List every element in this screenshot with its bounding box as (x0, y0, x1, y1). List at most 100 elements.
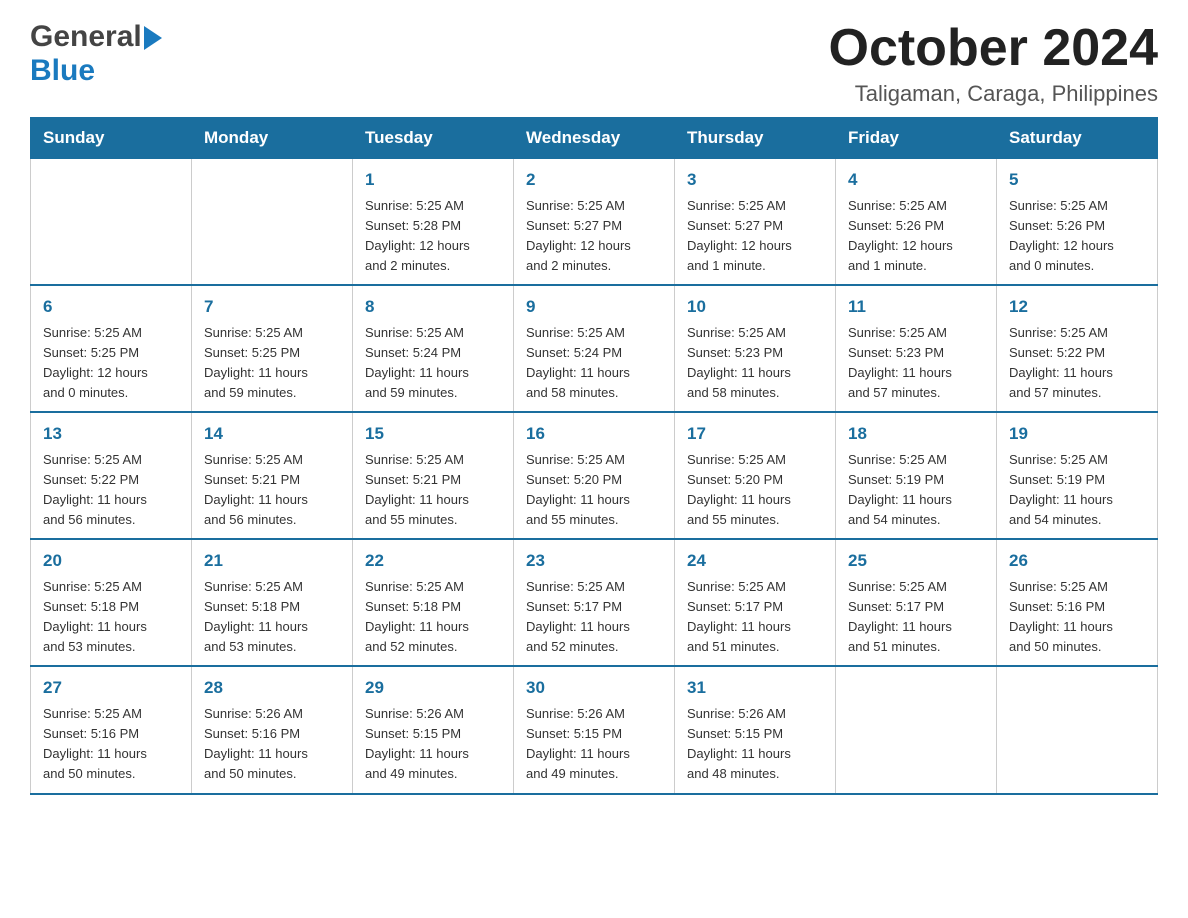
calendar-cell: 15 Sunrise: 5:25 AMSunset: 5:21 PMDayligh… (353, 412, 514, 539)
calendar-cell: 28Sunrise: 5:26 AMSunset: 5:16 PMDayligh… (192, 666, 353, 793)
day-number: 5 (1009, 167, 1145, 193)
calendar-cell: 24 Sunrise: 5:25 AMSunset: 5:17 PMDayligh… (675, 539, 836, 666)
day-number: 24 (687, 548, 823, 574)
day-number: 17 (687, 421, 823, 447)
logo-arrow-icon (144, 26, 162, 50)
day-number: 12 (1009, 294, 1145, 320)
calendar-cell: 13Sunrise: 5:25 AMSunset: 5:22 PMDayligh… (31, 412, 192, 539)
day-number: 27 (43, 675, 179, 701)
day-number: 10 (687, 294, 823, 320)
day-number: 30 (526, 675, 662, 701)
calendar-cell: 3 Sunrise: 5:25 AMSunset: 5:27 PMDaylight… (675, 159, 836, 286)
calendar-cell: 7 Sunrise: 5:25 AMSunset: 5:25 PMDaylight… (192, 285, 353, 412)
day-info: Sunrise: 5:25 AMSunset: 5:20 PMDaylight:… (687, 450, 823, 531)
weekday-header-saturday: Saturday (997, 118, 1158, 159)
calendar-cell (997, 666, 1158, 793)
day-info: Sunrise: 5:25 AMSunset: 5:23 PMDaylight:… (848, 323, 984, 404)
calendar-cell: 5 Sunrise: 5:25 AMSunset: 5:26 PMDaylight… (997, 159, 1158, 286)
calendar-cell: 10 Sunrise: 5:25 AMSunset: 5:23 PMDayligh… (675, 285, 836, 412)
day-info: Sunrise: 5:26 AMSunset: 5:15 PMDaylight:… (365, 704, 501, 785)
weekday-header-friday: Friday (836, 118, 997, 159)
calendar-table: SundayMondayTuesdayWednesdayThursdayFrid… (30, 117, 1158, 794)
calendar-week-row: 13Sunrise: 5:25 AMSunset: 5:22 PMDayligh… (31, 412, 1158, 539)
day-number: 20 (43, 548, 179, 574)
calendar-cell: 27 Sunrise: 5:25 AMSunset: 5:16 PMDayligh… (31, 666, 192, 793)
calendar-cell: 18 Sunrise: 5:25 AMSunset: 5:19 PMDayligh… (836, 412, 997, 539)
day-number: 3 (687, 167, 823, 193)
day-number: 18 (848, 421, 984, 447)
calendar-cell: 14Sunrise: 5:25 AMSunset: 5:21 PMDayligh… (192, 412, 353, 539)
day-info: Sunrise: 5:25 AMSunset: 5:26 PMDaylight:… (1009, 196, 1145, 277)
calendar-cell: 1 Sunrise: 5:25 AMSunset: 5:28 PMDaylight… (353, 159, 514, 286)
day-info: Sunrise: 5:25 AMSunset: 5:25 PMDaylight:… (204, 323, 340, 404)
calendar-cell: 22Sunrise: 5:25 AMSunset: 5:18 PMDayligh… (353, 539, 514, 666)
day-info: Sunrise: 5:25 AMSunset: 5:27 PMDaylight:… (526, 196, 662, 277)
calendar-week-row: 27 Sunrise: 5:25 AMSunset: 5:16 PMDayligh… (31, 666, 1158, 793)
calendar-cell: 11 Sunrise: 5:25 AMSunset: 5:23 PMDayligh… (836, 285, 997, 412)
day-info: Sunrise: 5:25 AMSunset: 5:19 PMDaylight:… (1009, 450, 1145, 531)
calendar-cell: 16Sunrise: 5:25 AMSunset: 5:20 PMDayligh… (514, 412, 675, 539)
day-number: 14 (204, 421, 340, 447)
calendar-cell (31, 159, 192, 286)
day-number: 2 (526, 167, 662, 193)
day-number: 11 (848, 294, 984, 320)
calendar-cell: 12 Sunrise: 5:25 AMSunset: 5:22 PMDayligh… (997, 285, 1158, 412)
day-number: 23 (526, 548, 662, 574)
day-info: Sunrise: 5:25 AMSunset: 5:19 PMDaylight:… (848, 450, 984, 531)
day-number: 22 (365, 548, 501, 574)
calendar-week-row: 20 Sunrise: 5:25 AMSunset: 5:18 PMDayligh… (31, 539, 1158, 666)
day-number: 9 (526, 294, 662, 320)
calendar-cell: 6 Sunrise: 5:25 AMSunset: 5:25 PMDaylight… (31, 285, 192, 412)
day-info: Sunrise: 5:25 AMSunset: 5:27 PMDaylight:… (687, 196, 823, 277)
day-info: Sunrise: 5:25 AMSunset: 5:16 PMDaylight:… (1009, 577, 1145, 658)
page-header: General Blue October 2024 Taligaman, Car… (30, 20, 1158, 107)
calendar-cell: 17 Sunrise: 5:25 AMSunset: 5:20 PMDayligh… (675, 412, 836, 539)
day-info: Sunrise: 5:25 AMSunset: 5:16 PMDaylight:… (43, 704, 179, 785)
calendar-cell (192, 159, 353, 286)
day-info: Sunrise: 5:25 AMSunset: 5:28 PMDaylight:… (365, 196, 501, 277)
calendar-cell: 19Sunrise: 5:25 AMSunset: 5:19 PMDayligh… (997, 412, 1158, 539)
day-info: Sunrise: 5:25 AMSunset: 5:21 PMDaylight:… (365, 450, 501, 531)
calendar-cell: 2 Sunrise: 5:25 AMSunset: 5:27 PMDaylight… (514, 159, 675, 286)
day-number: 21 (204, 548, 340, 574)
day-info: Sunrise: 5:25 AMSunset: 5:24 PMDaylight:… (365, 323, 501, 404)
weekday-header-row: SundayMondayTuesdayWednesdayThursdayFrid… (31, 118, 1158, 159)
logo-blue-text: Blue (30, 54, 95, 88)
calendar-cell: 31 Sunrise: 5:26 AMSunset: 5:15 PMDayligh… (675, 666, 836, 793)
day-info: Sunrise: 5:25 AMSunset: 5:23 PMDaylight:… (687, 323, 823, 404)
day-info: Sunrise: 5:25 AMSunset: 5:22 PMDaylight:… (43, 450, 179, 531)
day-info: Sunrise: 5:25 AMSunset: 5:18 PMDaylight:… (204, 577, 340, 658)
day-number: 28 (204, 675, 340, 701)
calendar-cell: 20 Sunrise: 5:25 AMSunset: 5:18 PMDayligh… (31, 539, 192, 666)
calendar-week-row: 1 Sunrise: 5:25 AMSunset: 5:28 PMDaylight… (31, 159, 1158, 286)
day-info: Sunrise: 5:25 AMSunset: 5:24 PMDaylight:… (526, 323, 662, 404)
day-info: Sunrise: 5:25 AMSunset: 5:17 PMDaylight:… (526, 577, 662, 658)
day-info: Sunrise: 5:25 AMSunset: 5:25 PMDaylight:… (43, 323, 179, 404)
calendar-cell: 4Sunrise: 5:25 AMSunset: 5:26 PMDaylight… (836, 159, 997, 286)
day-info: Sunrise: 5:25 AMSunset: 5:20 PMDaylight:… (526, 450, 662, 531)
weekday-header-wednesday: Wednesday (514, 118, 675, 159)
calendar-week-row: 6 Sunrise: 5:25 AMSunset: 5:25 PMDaylight… (31, 285, 1158, 412)
day-info: Sunrise: 5:25 AMSunset: 5:18 PMDaylight:… (43, 577, 179, 658)
day-number: 6 (43, 294, 179, 320)
title-area: October 2024 Taligaman, Caraga, Philippi… (829, 20, 1159, 107)
day-number: 15 (365, 421, 501, 447)
day-info: Sunrise: 5:25 AMSunset: 5:22 PMDaylight:… (1009, 323, 1145, 404)
weekday-header-sunday: Sunday (31, 118, 192, 159)
day-number: 26 (1009, 548, 1145, 574)
day-number: 29 (365, 675, 501, 701)
calendar-cell (836, 666, 997, 793)
calendar-cell: 23 Sunrise: 5:25 AMSunset: 5:17 PMDayligh… (514, 539, 675, 666)
calendar-cell: 26 Sunrise: 5:25 AMSunset: 5:16 PMDayligh… (997, 539, 1158, 666)
day-number: 1 (365, 167, 501, 193)
day-info: Sunrise: 5:25 AMSunset: 5:26 PMDaylight:… (848, 196, 984, 277)
day-info: Sunrise: 5:26 AMSunset: 5:15 PMDaylight:… (526, 704, 662, 785)
day-info: Sunrise: 5:25 AMSunset: 5:17 PMDaylight:… (687, 577, 823, 658)
day-number: 8 (365, 294, 501, 320)
day-number: 7 (204, 294, 340, 320)
calendar-cell: 8 Sunrise: 5:25 AMSunset: 5:24 PMDaylight… (353, 285, 514, 412)
logo: General Blue (30, 20, 162, 88)
calendar-cell: 9 Sunrise: 5:25 AMSunset: 5:24 PMDaylight… (514, 285, 675, 412)
day-number: 31 (687, 675, 823, 701)
day-info: Sunrise: 5:26 AMSunset: 5:15 PMDaylight:… (687, 704, 823, 785)
